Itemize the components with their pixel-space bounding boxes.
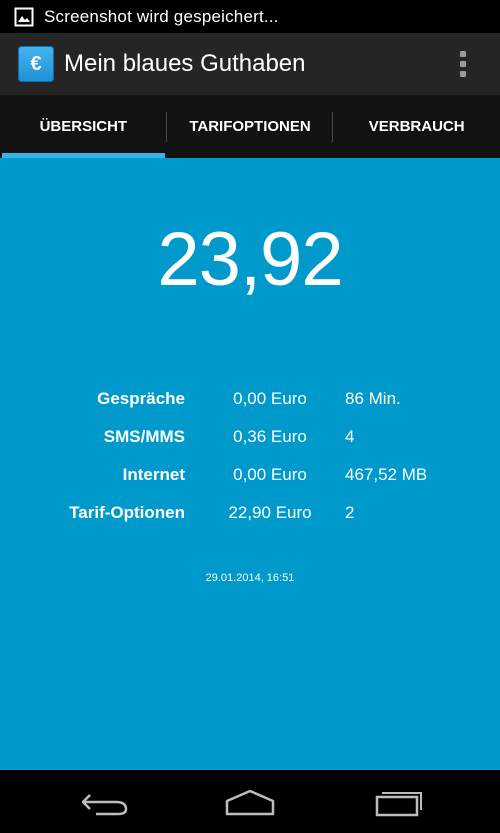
usage-amount: 2: [345, 503, 355, 522]
usage-label: Gespräche: [97, 389, 185, 408]
recents-icon[interactable]: [366, 788, 426, 818]
last-updated-timestamp: 29.01.2014, 16:51: [205, 572, 295, 584]
overflow-dot: [460, 61, 466, 67]
usage-table: Gespräche 0,00 Euro 86 Min. SMS/MMS 0,36…: [0, 385, 500, 537]
usage-amount: 467,52 MB: [345, 465, 428, 484]
navigation-bar: [0, 770, 500, 833]
phone-screen: Screenshot wird gespeichert... € Mein bl…: [0, 0, 500, 833]
tab-label: VERBRAUCH: [368, 118, 465, 135]
usage-cost: 0,36 Euro: [233, 427, 307, 446]
app-title: Mein blaues Guthaben: [64, 50, 306, 77]
usage-cost: 22,90 Euro: [228, 503, 312, 522]
tab-label: ÜBERSICHT: [39, 118, 128, 135]
tab-verbrauch[interactable]: VERBRAUCH: [333, 95, 500, 158]
usage-label: Internet: [122, 465, 185, 484]
usage-amount: 86 Min.: [345, 389, 401, 408]
tab-tarifoptionen[interactable]: TARIFOPTIONEN: [167, 95, 334, 158]
status-bar: Screenshot wird gespeichert...: [0, 0, 500, 33]
overview-panel: 23,92 Gespräche 0,00 Euro 86 Min. SMS/MM…: [0, 158, 500, 770]
euro-icon: €: [30, 52, 42, 75]
usage-label: SMS/MMS: [103, 427, 185, 446]
home-icon[interactable]: [220, 788, 280, 818]
overflow-menu-icon[interactable]: [448, 49, 478, 79]
tab-label: TARIFOPTIONEN: [189, 118, 311, 135]
usage-cost: 0,00 Euro: [233, 465, 307, 484]
app-icon[interactable]: €: [18, 46, 54, 82]
tab-bar: ÜBERSICHT TARIFOPTIONEN VERBRAUCH: [0, 95, 500, 158]
overflow-dot: [460, 71, 466, 77]
action-bar: € Mein blaues Guthaben: [0, 33, 500, 95]
usage-row-sms-mms: SMS/MMS 0,36 Euro 4: [0, 423, 500, 461]
usage-label: Tarif-Optionen: [69, 503, 185, 522]
balance-amount: 23,92: [157, 217, 343, 302]
tab-uebersicht[interactable]: ÜBERSICHT: [0, 95, 167, 158]
usage-amount: 4: [345, 427, 355, 446]
usage-cost: 0,00 Euro: [233, 389, 307, 408]
usage-row-tarif-optionen: Tarif-Optionen 22,90 Euro 2: [0, 499, 500, 537]
image-icon: [14, 7, 34, 26]
status-notification-text: Screenshot wird gespeichert...: [44, 6, 279, 26]
usage-row-gespraeche: Gespräche 0,00 Euro 86 Min.: [0, 385, 500, 423]
back-icon[interactable]: [74, 788, 134, 818]
overflow-dot: [460, 51, 466, 57]
usage-row-internet: Internet 0,00 Euro 467,52 MB: [0, 461, 500, 499]
